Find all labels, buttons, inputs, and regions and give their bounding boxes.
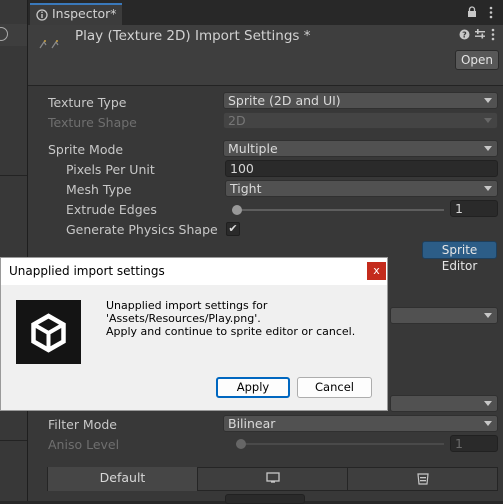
chevron-down-icon: [484, 421, 492, 426]
hidden-dropdown[interactable]: [390, 395, 498, 412]
preset-icon[interactable]: [474, 28, 486, 40]
mesh-type-label: Mesh Type: [66, 182, 132, 197]
sprite-mode-dropdown[interactable]: Multiple: [223, 140, 498, 157]
chevron-down-icon: [484, 118, 492, 123]
texture-shape-dropdown: 2D: [223, 112, 498, 129]
hidden-dropdown[interactable]: [390, 307, 498, 324]
dialog-message-line3: Apply and continue to sprite editor or c…: [106, 325, 356, 338]
chevron-down-icon: [484, 186, 492, 191]
dialog-message-line2: 'Assets/Resources/Play.png'.: [106, 312, 261, 325]
generate-physics-shape-checkbox[interactable]: ✔: [226, 222, 240, 236]
cancel-button[interactable]: Cancel: [297, 377, 372, 398]
divider: [0, 175, 27, 176]
extrude-edges-slider-handle[interactable]: [232, 205, 242, 215]
monitor-icon: [265, 472, 280, 483]
pixels-per-unit-field[interactable]: 100: [225, 160, 498, 177]
dialog-title: Unapplied import settings: [9, 264, 165, 278]
filter-mode-label: Filter Mode: [48, 417, 117, 432]
extrude-edges-slider-track[interactable]: [232, 209, 444, 211]
dialog-message-line1: Unapplied import settings for: [106, 299, 268, 312]
webgl-icon: [417, 473, 429, 485]
divider: [0, 440, 27, 441]
page-title: Play (Texture 2D) Import Settings *: [75, 28, 311, 44]
max-size-field-partial[interactable]: [225, 494, 305, 504]
texture-type-label: Texture Type: [48, 95, 127, 110]
context-menu-icon[interactable]: [491, 28, 495, 41]
texture-type-value: Sprite (2D and UI): [228, 93, 341, 108]
chevron-down-icon: [484, 401, 492, 406]
sprite-mode-label: Sprite Mode: [48, 142, 124, 157]
open-button[interactable]: Open: [455, 50, 499, 70]
close-icon[interactable]: x: [367, 262, 386, 280]
aniso-level-field: 1: [450, 435, 498, 452]
extrude-edges-field[interactable]: 1: [450, 200, 498, 217]
mesh-type-value: Tight: [230, 181, 262, 196]
generate-physics-shape-label: Generate Physics Shape: [66, 222, 218, 237]
aniso-level-slider-handle: [236, 439, 246, 449]
lock-icon[interactable]: [467, 6, 477, 18]
hierarchy-panel-edge: [0, 0, 28, 501]
platform-tab-default[interactable]: Default: [48, 467, 198, 491]
svg-text:?: ?: [462, 31, 467, 40]
unapplied-settings-dialog: Unapplied import settings x Unapplied im…: [0, 257, 388, 411]
pixels-per-unit-label: Pixels Per Unit: [66, 162, 155, 177]
info-icon: [36, 9, 48, 21]
chevron-down-icon: [484, 146, 492, 151]
aniso-level-slider-track: [236, 443, 444, 445]
extrude-edges-label: Extrude Edges: [66, 202, 157, 217]
texture-shape-label: Texture Shape: [48, 115, 137, 130]
filter-mode-value: Bilinear: [228, 416, 276, 431]
platform-tab-webgl[interactable]: [348, 467, 498, 491]
mesh-type-dropdown[interactable]: Tight: [225, 180, 498, 197]
chevron-down-icon: [484, 313, 492, 318]
unity-logo-icon: [16, 300, 81, 364]
platform-tab-pc[interactable]: [198, 467, 348, 491]
texture-type-dropdown[interactable]: Sprite (2D and UI): [223, 92, 498, 109]
texture-asset-icon: [39, 40, 59, 49]
help-icon[interactable]: ?: [459, 29, 470, 40]
tab-inspector-label: Inspector*: [52, 6, 117, 21]
aniso-level-label: Aniso Level: [48, 437, 120, 452]
sprite-mode-value: Multiple: [228, 141, 278, 156]
more-options-icon[interactable]: [489, 6, 493, 19]
texture-shape-value: 2D: [228, 113, 246, 128]
sprite-editor-button[interactable]: Sprite Editor: [422, 241, 497, 273]
apply-button[interactable]: Apply: [216, 377, 290, 398]
chevron-down-icon: [484, 98, 492, 103]
filter-mode-dropdown[interactable]: Bilinear: [223, 415, 498, 432]
